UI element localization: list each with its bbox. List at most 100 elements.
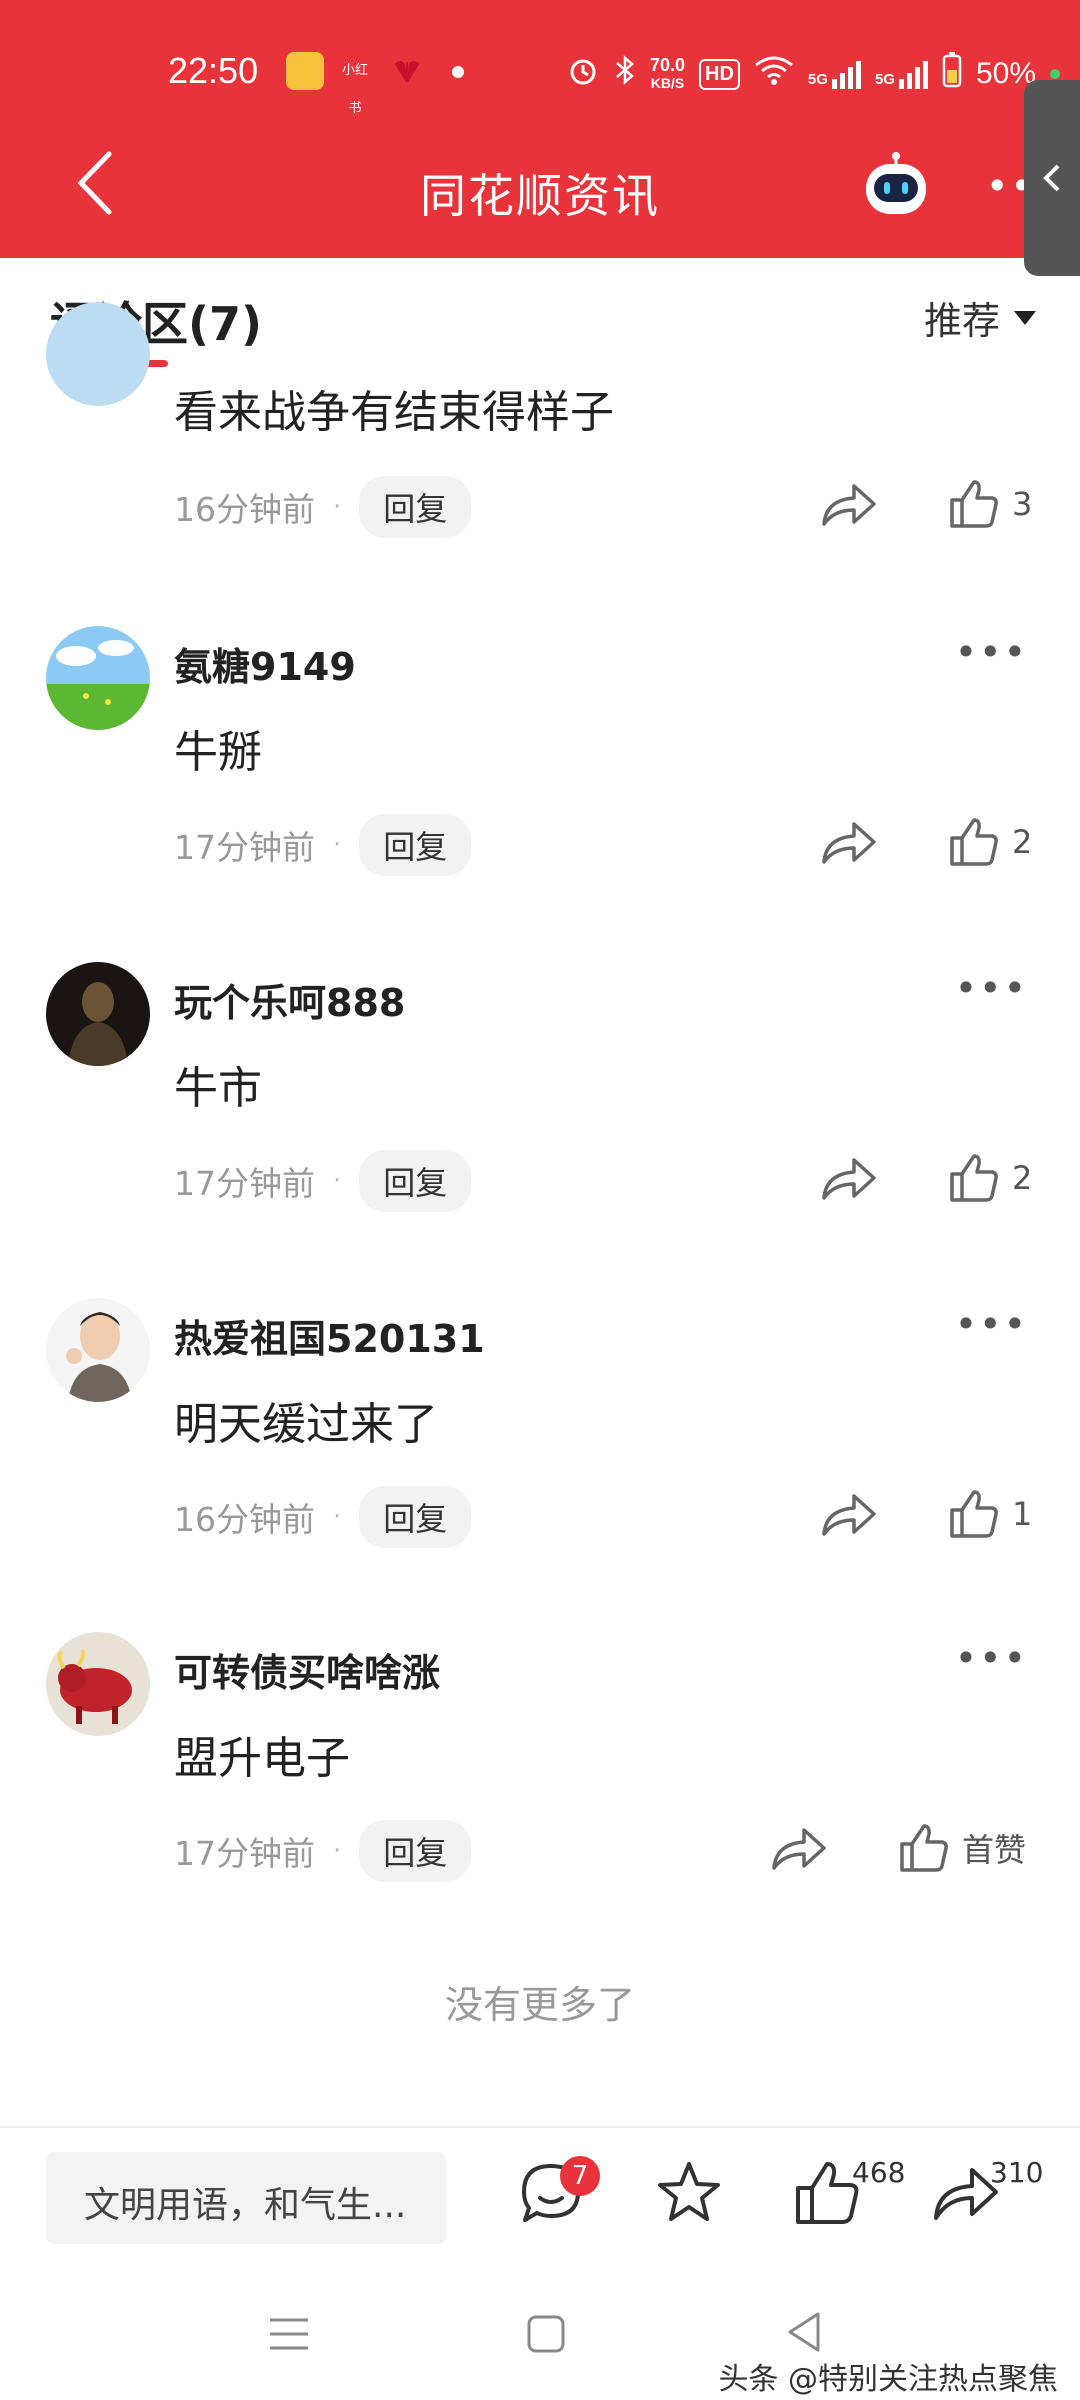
back-triangle-icon[interactable] xyxy=(784,2310,824,2354)
like-button[interactable]: 1 xyxy=(948,1488,1032,1540)
signal-icon-1: 5G xyxy=(808,59,861,89)
avatar[interactable] xyxy=(46,626,150,730)
comment-text: 牛掰 xyxy=(174,727,262,778)
separator-dot: · xyxy=(333,1836,342,1866)
sort-dropdown[interactable]: 推荐 xyxy=(924,290,1036,345)
side-panel-tab[interactable] xyxy=(1024,80,1080,276)
network-speed: 70.0 KB/S xyxy=(649,55,686,91)
caret-down-icon xyxy=(1014,310,1036,325)
username[interactable]: 玩个乐呵888 xyxy=(174,972,405,1027)
menu-icon[interactable] xyxy=(268,2314,310,2354)
status-dot xyxy=(452,66,464,78)
comment-time: 17分钟前 xyxy=(174,828,315,867)
like-count: 3 xyxy=(1012,485,1033,523)
comment-text: 盟升电子 xyxy=(174,1733,350,1784)
thumb-up-icon xyxy=(950,818,998,866)
alarm-icon xyxy=(566,53,600,95)
sort-label: 推荐 xyxy=(923,299,1000,343)
watermark: 头条 @特别关注热点聚焦 xyxy=(718,2362,1058,2397)
share-icon[interactable] xyxy=(820,1490,878,1540)
status-right-group: 70.0 KB/S HD 5G 5G 50% xyxy=(566,52,1060,96)
comment-input[interactable]: 文明用语，和气生... xyxy=(46,2152,446,2244)
home-icon[interactable] xyxy=(526,2314,566,2354)
robot-assistant-button[interactable] xyxy=(860,152,932,220)
comment-count-badge: 7 xyxy=(560,2156,600,2196)
like-button[interactable]: 3 xyxy=(948,478,1032,530)
thumb-up-icon xyxy=(950,1154,998,1202)
like-button[interactable]: 2 xyxy=(948,816,1032,868)
comment-meta: 17分钟前 · 回复 xyxy=(174,1820,472,1882)
comment-meta: 17分钟前 · 回复 xyxy=(174,1150,472,1212)
like-total-count: 468 xyxy=(852,2156,906,2189)
app-header: 22:50 小红书 70.0 KB/S HD 5G 5G 50% 同花顺资讯 •… xyxy=(0,0,1080,276)
like-count: 2 xyxy=(1012,823,1033,861)
comment-time: 17分钟前 xyxy=(174,1834,315,1873)
like-button[interactable]: 首赞 xyxy=(898,1822,1026,1874)
separator-dot: · xyxy=(333,492,342,522)
huawei-notification-icon xyxy=(388,52,426,90)
like-button[interactable]: 2 xyxy=(948,1152,1032,1204)
avatar[interactable] xyxy=(46,1632,150,1736)
comment-meta: 17分钟前 · 回复 xyxy=(174,814,472,876)
wifi-icon xyxy=(754,55,794,93)
share-icon[interactable] xyxy=(770,1824,828,1874)
share-icon[interactable] xyxy=(820,1154,878,1204)
comment-text: 明天缓过来了 xyxy=(174,1399,438,1450)
comment-text: 牛市 xyxy=(174,1063,262,1114)
comment-item: 热爱祖国520131 ••• 明天缓过来了 16分钟前 · 回复 1 xyxy=(0,1296,1080,1596)
separator-dot: · xyxy=(333,1502,342,1532)
status-time: 22:50 xyxy=(168,50,259,91)
status-green-dot xyxy=(1050,69,1060,79)
username[interactable]: 可转债买啥啥涨 xyxy=(174,1642,440,1697)
bluetooth-icon xyxy=(614,53,636,95)
thumb-up-icon xyxy=(900,1824,948,1872)
comment-meta: 16分钟前 · 回复 xyxy=(174,1486,472,1548)
xiaohongshu-notification-icon: 小红书 xyxy=(341,63,368,116)
comment-item: 可转债买啥啥涨 ••• 盟升电子 17分钟前 · 回复 首赞 xyxy=(0,1630,1080,1930)
status-bar: 22:50 小红书 70.0 KB/S HD 5G 5G 50% xyxy=(0,40,1080,116)
hd-badge: HD xyxy=(699,58,740,90)
username[interactable]: 热爱祖国520131 xyxy=(174,1308,485,1363)
share-icon[interactable] xyxy=(820,480,878,530)
share-icon[interactable] xyxy=(820,818,878,868)
comment-more-button[interactable]: ••• xyxy=(955,1636,1028,1680)
comment-more-button[interactable]: ••• xyxy=(955,630,1028,674)
comment-item: 看来战争有结束得样子 16分钟前 · 回复 3 xyxy=(0,302,1080,578)
chevron-left-icon xyxy=(1043,164,1060,192)
username[interactable]: 氨糖9149 xyxy=(174,636,356,691)
share-total-count: 310 xyxy=(990,2156,1044,2189)
comment-more-button[interactable]: ••• xyxy=(955,1302,1028,1346)
thumb-up-icon xyxy=(950,480,998,528)
like-count: 2 xyxy=(1012,1159,1033,1197)
avatar[interactable] xyxy=(46,302,150,406)
comments-header: 评论区(7) 推荐 xyxy=(0,258,1080,368)
comment-time: 17分钟前 xyxy=(174,1164,315,1203)
reply-button[interactable]: 回复 xyxy=(359,1820,472,1882)
no-more-label: 没有更多了 xyxy=(444,1983,635,2027)
thumb-up-icon xyxy=(950,1490,998,1538)
comment-item: 氨糖9149 ••• 牛掰 17分钟前 · 回复 2 xyxy=(0,624,1080,924)
reply-button[interactable]: 回复 xyxy=(359,1486,472,1548)
reply-button[interactable]: 回复 xyxy=(359,1150,472,1212)
separator-dot: · xyxy=(333,830,342,860)
comment-item: 玩个乐呵888 ••• 牛市 17分钟前 · 回复 2 xyxy=(0,960,1080,1260)
avatar[interactable] xyxy=(46,962,150,1066)
robot-icon xyxy=(866,152,926,214)
nav-bar: 同花顺资讯 ••• xyxy=(0,130,1080,250)
system-nav-bar: 头条 @特别关注热点聚焦 xyxy=(0,2270,1080,2400)
reply-button[interactable]: 回复 xyxy=(359,814,472,876)
separator-dot: · xyxy=(333,1166,342,1196)
like-count: 首赞 xyxy=(962,1831,1027,1869)
battery-icon xyxy=(942,52,962,96)
star-icon[interactable] xyxy=(654,2158,724,2228)
reply-button[interactable]: 回复 xyxy=(359,476,472,538)
like-count: 1 xyxy=(1012,1495,1033,1533)
comment-more-button[interactable]: ••• xyxy=(955,966,1028,1010)
avatar[interactable] xyxy=(46,1298,150,1402)
bottom-action-bar: 文明用语，和气生... 7 468 310 xyxy=(0,2126,1080,2270)
signal-icon-2: 5G xyxy=(875,59,928,89)
comment-time: 16分钟前 xyxy=(174,1500,315,1539)
comment-time: 16分钟前 xyxy=(174,490,315,529)
comment-meta: 16分钟前 · 回复 xyxy=(174,476,472,538)
app-notification-icon xyxy=(286,52,324,90)
